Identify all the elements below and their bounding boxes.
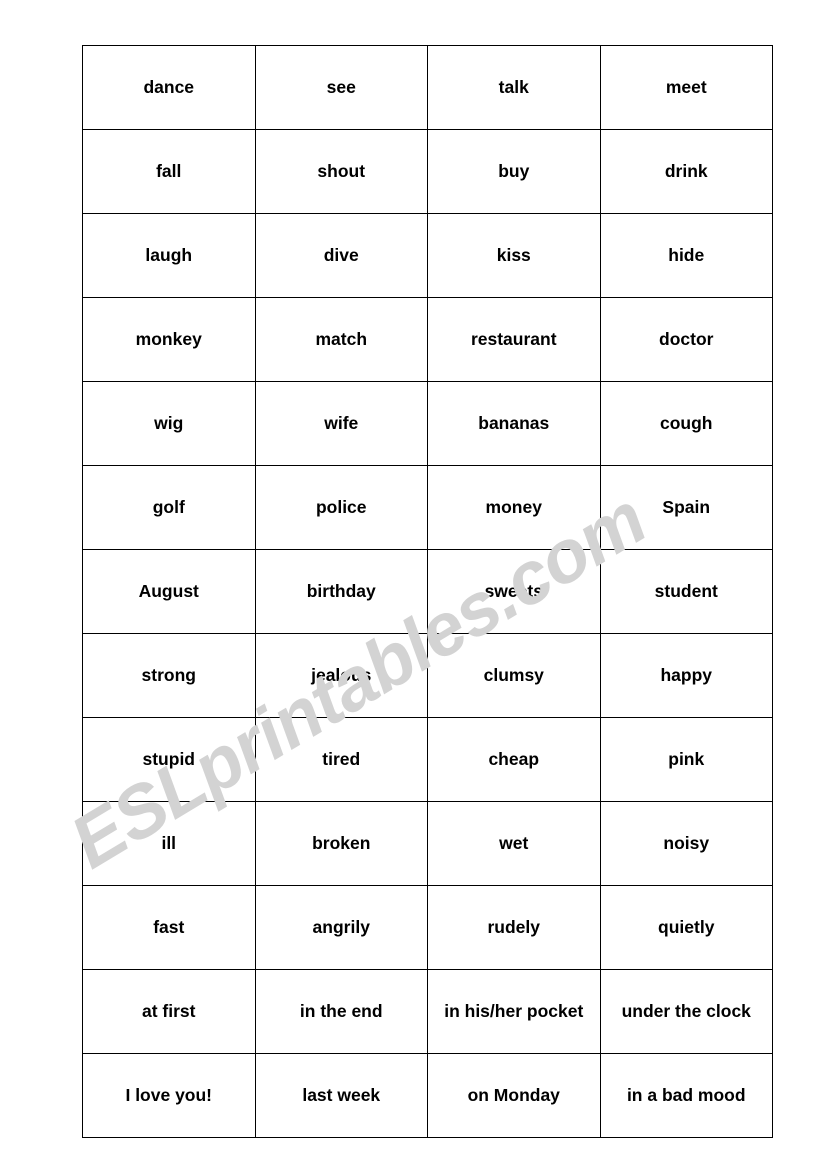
word-card: wife — [254, 381, 428, 466]
word-card: at first — [82, 969, 256, 1054]
word-card: talk — [427, 45, 601, 130]
table-row: I love you! last week on Monday in a bad… — [82, 1053, 773, 1138]
word-card: doctor — [599, 297, 773, 382]
word-card: cheap — [427, 717, 601, 802]
word-card: monkey — [82, 297, 256, 382]
word-card: I love you! — [82, 1053, 256, 1138]
word-card-table: dance see talk meet fall shout buy drink… — [82, 45, 773, 1138]
word-card: last week — [254, 1053, 428, 1138]
word-card: bananas — [427, 381, 601, 466]
word-card: meet — [599, 45, 773, 130]
word-card: golf — [82, 465, 256, 550]
word-card: clumsy — [427, 633, 601, 718]
word-card: stupid — [82, 717, 256, 802]
word-card: in the end — [254, 969, 428, 1054]
worksheet-page: dance see talk meet fall shout buy drink… — [0, 0, 821, 1169]
table-row: dance see talk meet — [82, 45, 773, 130]
word-card-table-container: dance see talk meet fall shout buy drink… — [82, 45, 773, 1138]
word-card: drink — [599, 129, 773, 214]
table-row: ill broken wet noisy — [82, 801, 773, 886]
word-card: laugh — [82, 213, 256, 298]
table-row: wig wife bananas cough — [82, 381, 773, 466]
table-row: fall shout buy drink — [82, 129, 773, 214]
word-card: match — [254, 297, 428, 382]
word-card: ill — [82, 801, 256, 886]
word-card: hide — [599, 213, 773, 298]
word-card: happy — [599, 633, 773, 718]
word-card: in his/her pocket — [427, 969, 601, 1054]
word-card: rudely — [427, 885, 601, 970]
word-card: police — [254, 465, 428, 550]
word-card: student — [599, 549, 773, 634]
word-card: angrily — [254, 885, 428, 970]
word-card: buy — [427, 129, 601, 214]
word-card: dive — [254, 213, 428, 298]
table-row: fast angrily rudely quietly — [82, 885, 773, 970]
word-card: under the clock — [599, 969, 773, 1054]
word-card: sweets — [427, 549, 601, 634]
word-card: strong — [82, 633, 256, 718]
word-card: pink — [599, 717, 773, 802]
word-card: broken — [254, 801, 428, 886]
table-row: strong jealous clumsy happy — [82, 633, 773, 718]
word-card-table-body: dance see talk meet fall shout buy drink… — [82, 45, 773, 1138]
word-card: in a bad mood — [599, 1053, 773, 1138]
table-row: August birthday sweets student — [82, 549, 773, 634]
table-row: monkey match restaurant doctor — [82, 297, 773, 382]
word-card: cough — [599, 381, 773, 466]
word-card: kiss — [427, 213, 601, 298]
word-card: dance — [82, 45, 256, 130]
word-card: Spain — [599, 465, 773, 550]
word-card: restaurant — [427, 297, 601, 382]
word-card: on Monday — [427, 1053, 601, 1138]
word-card: wet — [427, 801, 601, 886]
table-row: golf police money Spain — [82, 465, 773, 550]
word-card: fall — [82, 129, 256, 214]
word-card: jealous — [254, 633, 428, 718]
word-card: fast — [82, 885, 256, 970]
word-card: see — [254, 45, 428, 130]
word-card: tired — [254, 717, 428, 802]
word-card: birthday — [254, 549, 428, 634]
word-card: noisy — [599, 801, 773, 886]
word-card: quietly — [599, 885, 773, 970]
word-card: shout — [254, 129, 428, 214]
word-card: money — [427, 465, 601, 550]
table-row: laugh dive kiss hide — [82, 213, 773, 298]
table-row: at first in the end in his/her pocket un… — [82, 969, 773, 1054]
word-card: wig — [82, 381, 256, 466]
word-card: August — [82, 549, 256, 634]
table-row: stupid tired cheap pink — [82, 717, 773, 802]
